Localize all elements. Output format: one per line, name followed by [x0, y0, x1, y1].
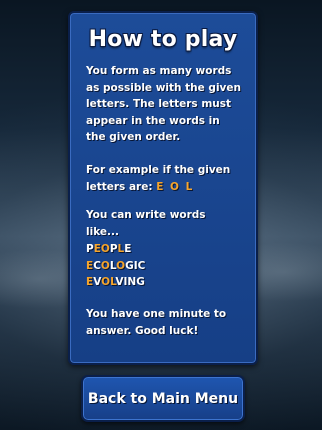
- example-text: For example if the given letters are: E …: [86, 162, 242, 195]
- closing-text: You have one minute to answer. Good luck…: [86, 308, 227, 337]
- intro-text: You form as many words as possible with …: [86, 65, 241, 143]
- example-words-list: PEOPLE ECOLOGIC EVOLVING: [86, 241, 242, 291]
- back-to-main-menu-button[interactable]: Back to Main Menu: [81, 375, 245, 422]
- example-word: PEOPLE: [86, 243, 132, 255]
- example-word: EVOLVING: [86, 276, 145, 288]
- can-write-text: You can write words like...: [86, 209, 206, 238]
- example-letters: E O L: [156, 180, 194, 193]
- panel-title: How to play: [88, 27, 238, 52]
- example-word: ECOLOGIC: [86, 259, 146, 272]
